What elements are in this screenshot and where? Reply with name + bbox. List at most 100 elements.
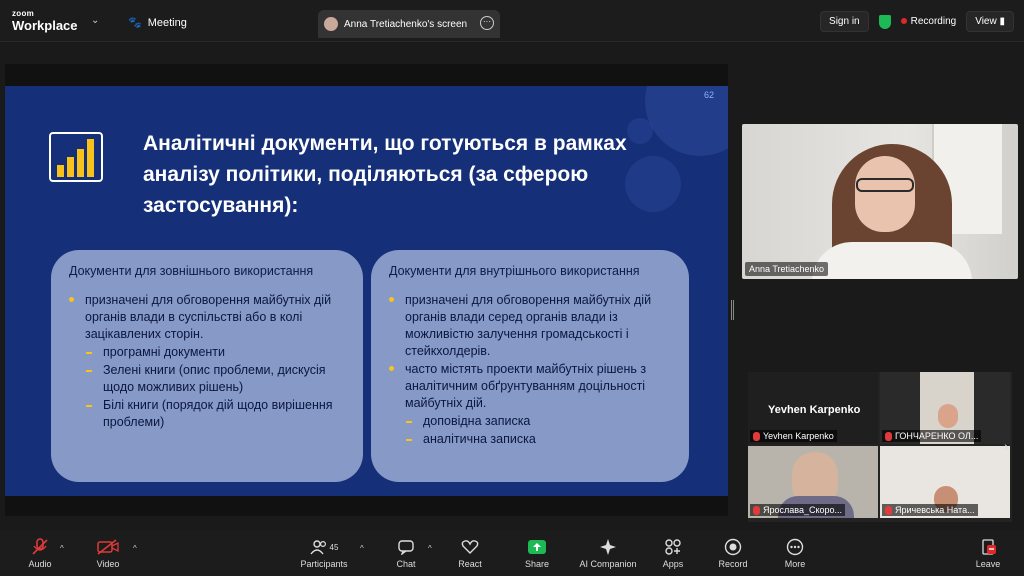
react-label: React <box>458 559 482 569</box>
leave-icon <box>958 538 1018 556</box>
list-item: доповідна записка <box>389 413 671 430</box>
recording-indicator[interactable]: Recording <box>900 16 957 27</box>
speaker-face <box>855 156 915 232</box>
paw-icon: 🐾 <box>128 17 142 29</box>
external-docs-card: Документи для зовнішнього використання п… <box>51 250 363 482</box>
participant-gallery: Yevhen Karpenko Yevhen Karpenko ГОНЧАРЕН… <box>748 372 1012 522</box>
card-list: призначені для обговорення майбутніх дій… <box>69 292 345 431</box>
sign-in-button[interactable]: Sign in <box>820 11 869 32</box>
list-item: програмні документи <box>69 344 345 361</box>
muted-mic-icon <box>753 505 760 515</box>
participant-name: ГОНЧАРЕНКО ОЛ... <box>895 431 979 441</box>
participant-tile[interactable]: ГОНЧАРЕНКО ОЛ... <box>880 372 1010 444</box>
participant-name: Yevhen Karpenko <box>763 431 834 441</box>
speaker-video[interactable]: Anna Tretiachenko <box>742 124 1018 279</box>
chevron-right-icon[interactable]: › <box>1004 438 1009 454</box>
chevron-down-icon[interactable]: ⌄ <box>91 15 99 26</box>
brand-big: Workplace <box>12 18 78 33</box>
apps-button[interactable]: Apps <box>643 538 703 569</box>
participant-name: Ярослава_Скоро... <box>763 505 843 515</box>
video-label: Video <box>96 559 120 569</box>
glasses-shape <box>856 178 914 192</box>
share-label: Share <box>524 559 550 569</box>
participant-tile[interactable]: Яричевська Ната... <box>880 446 1010 518</box>
participant-tile[interactable]: Ярослава_Скоро... <box>748 446 878 518</box>
avatar <box>324 17 338 31</box>
list-item: часто містять проекти майбутніх рішень з… <box>389 361 671 412</box>
list-item: аналітична записка <box>389 431 671 448</box>
sparkle-icon <box>578 538 638 556</box>
slide-number: 62 <box>703 90 714 100</box>
leave-button[interactable]: Leave <box>958 538 1018 569</box>
list-item: призначені для обговорення майбутніх дій… <box>389 292 671 360</box>
more-label: More <box>784 559 806 569</box>
security-shield-icon[interactable] <box>878 14 891 29</box>
view-label: View <box>975 16 997 27</box>
card-list: призначені для обговорення майбутніх дій… <box>389 292 671 448</box>
participant-label: Ярослава_Скоро... <box>750 504 846 516</box>
audio-label: Audio <box>28 559 52 569</box>
list-item: Зелені книги (опис проблеми, дискусія що… <box>69 362 345 396</box>
view-button[interactable]: View ▮ <box>966 11 1014 32</box>
apps-icon <box>643 538 703 556</box>
chat-label: Chat <box>396 559 416 569</box>
more-options-icon[interactable]: ··· <box>480 16 494 30</box>
chevron-up-icon[interactable]: ^ <box>428 544 432 553</box>
heart-icon <box>440 538 500 556</box>
chevron-up-icon[interactable]: ^ <box>60 544 64 553</box>
react-button[interactable]: React <box>440 538 500 569</box>
share-screen-icon <box>507 538 567 556</box>
speaker-name-tag: Anna Tretiachenko <box>745 262 829 276</box>
more-button[interactable]: More <box>765 538 825 569</box>
muted-mic-icon <box>885 431 892 441</box>
meeting-toolbar: Audio ^ Video ^ 45 Participants ^ Chat ^… <box>0 530 1024 576</box>
list-item: призначені для обговорення майбутніх дій… <box>69 292 345 343</box>
video-button[interactable]: Video <box>78 538 138 569</box>
participant-name: Яричевська Ната... <box>895 505 975 515</box>
recording-dot-icon <box>900 18 907 25</box>
shared-screen-label: Anna Tretiachenko's screen <box>344 18 468 30</box>
speaker-body <box>812 242 972 279</box>
presentation-slide: 62 Аналітичні документи, що готуються в … <box>5 86 728 496</box>
participant-label: Яричевська Ната... <box>882 504 978 516</box>
brand-small: zoom <box>12 9 35 18</box>
participant-face <box>938 404 958 428</box>
muted-mic-icon <box>753 431 760 441</box>
slide-title: Аналітичні документи, що готуються в рам… <box>143 132 627 217</box>
audio-button[interactable]: Audio <box>10 538 70 569</box>
resize-handle[interactable] <box>731 300 734 320</box>
share-button[interactable]: Share <box>507 538 567 569</box>
view-layout-icon: ▮ <box>999 16 1005 27</box>
participant-label: Yevhen Karpenko <box>750 430 837 442</box>
chat-button[interactable]: Chat <box>376 538 436 569</box>
participant-display-name: Yevhen Karpenko <box>768 404 861 416</box>
meeting-menu[interactable]: 🐾 Meeting <box>128 16 187 30</box>
record-button[interactable]: Record <box>703 538 763 569</box>
list-item: Білі книги (порядок дій щодо вирішення п… <box>69 397 345 431</box>
participant-label: ГОНЧАРЕНКО ОЛ... <box>882 430 982 442</box>
chevron-up-icon[interactable]: ^ <box>360 544 364 553</box>
zoom-logo[interactable]: zoom Workplace <box>12 9 78 33</box>
ai-companion-button[interactable]: AI Companion <box>578 538 638 569</box>
participant-tile[interactable]: Yevhen Karpenko Yevhen Karpenko <box>748 372 878 444</box>
record-icon <box>703 538 763 556</box>
top-bar: zoom Workplace ⌄ 🐾 Meeting Anna Tretiach… <box>0 0 1024 42</box>
chevron-up-icon[interactable]: ^ <box>133 544 137 553</box>
muted-mic-icon <box>885 505 892 515</box>
card-heading: Документи для зовнішнього використання <box>69 264 314 278</box>
leave-label: Leave <box>975 559 1001 569</box>
video-off-icon <box>78 538 138 556</box>
top-right-controls: Sign in Recording View ▮ <box>820 11 1014 32</box>
record-label: Record <box>718 559 748 569</box>
recording-label: Recording <box>910 16 957 27</box>
participants-count: 45 <box>329 542 339 552</box>
card-heading: Документи для внутрішнього використання <box>389 264 640 278</box>
apps-label: Apps <box>662 559 684 569</box>
meeting-label: Meeting <box>147 16 187 29</box>
participants-button[interactable]: 45 Participants <box>294 538 354 569</box>
participants-icon: 45 <box>294 538 354 556</box>
chart-growth-icon <box>49 132 103 182</box>
shared-screen-tab[interactable]: Anna Tretiachenko's screen ··· <box>318 10 500 38</box>
participants-label: Participants <box>300 559 348 569</box>
ai-companion-label: AI Companion <box>579 559 637 569</box>
